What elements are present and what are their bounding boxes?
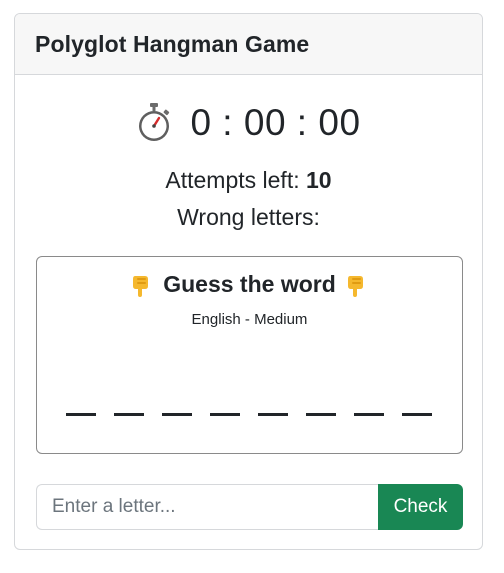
timer-value: 0 : 00 : 00 [190, 102, 361, 143]
attempts-left: Attempts left: 10 [15, 167, 482, 194]
timer: 0 : 00 : 00 [15, 102, 482, 144]
letter-blank [306, 413, 336, 416]
attempts-label: Attempts left: [165, 167, 306, 193]
letter-blank [114, 413, 144, 416]
game-card: Polyglot Hangman Game 0 : 00 : 00 Attemp… [14, 13, 483, 550]
language-difficulty: English - Medium [191, 311, 308, 328]
pointing-down-hand-icon [347, 275, 363, 297]
guess-title: Guess the word [37, 271, 462, 298]
letter-input[interactable] [36, 484, 378, 530]
letter-blanks [66, 413, 450, 416]
wrong-letters-label: Wrong letters: [177, 204, 320, 230]
letter-blank [354, 413, 384, 416]
letter-blank [402, 413, 432, 416]
attempts-count: 10 [306, 167, 332, 193]
guess-input-group: Check [36, 484, 463, 530]
pointing-down-hand-icon [133, 275, 149, 297]
card-header: Polyglot Hangman Game [15, 14, 482, 75]
page-title: Polyglot Hangman Game [35, 30, 310, 57]
stopwatch-icon [139, 103, 170, 141]
guess-title-text: Guess the word [163, 271, 336, 297]
letter-blank [162, 413, 192, 416]
wrong-letters: Wrong letters: [15, 204, 482, 231]
letter-blank [258, 413, 288, 416]
check-button[interactable]: Check [378, 484, 463, 530]
word-panel: Guess the word English - Medium [36, 256, 463, 454]
letter-blank [210, 413, 240, 416]
letter-blank [66, 413, 96, 416]
